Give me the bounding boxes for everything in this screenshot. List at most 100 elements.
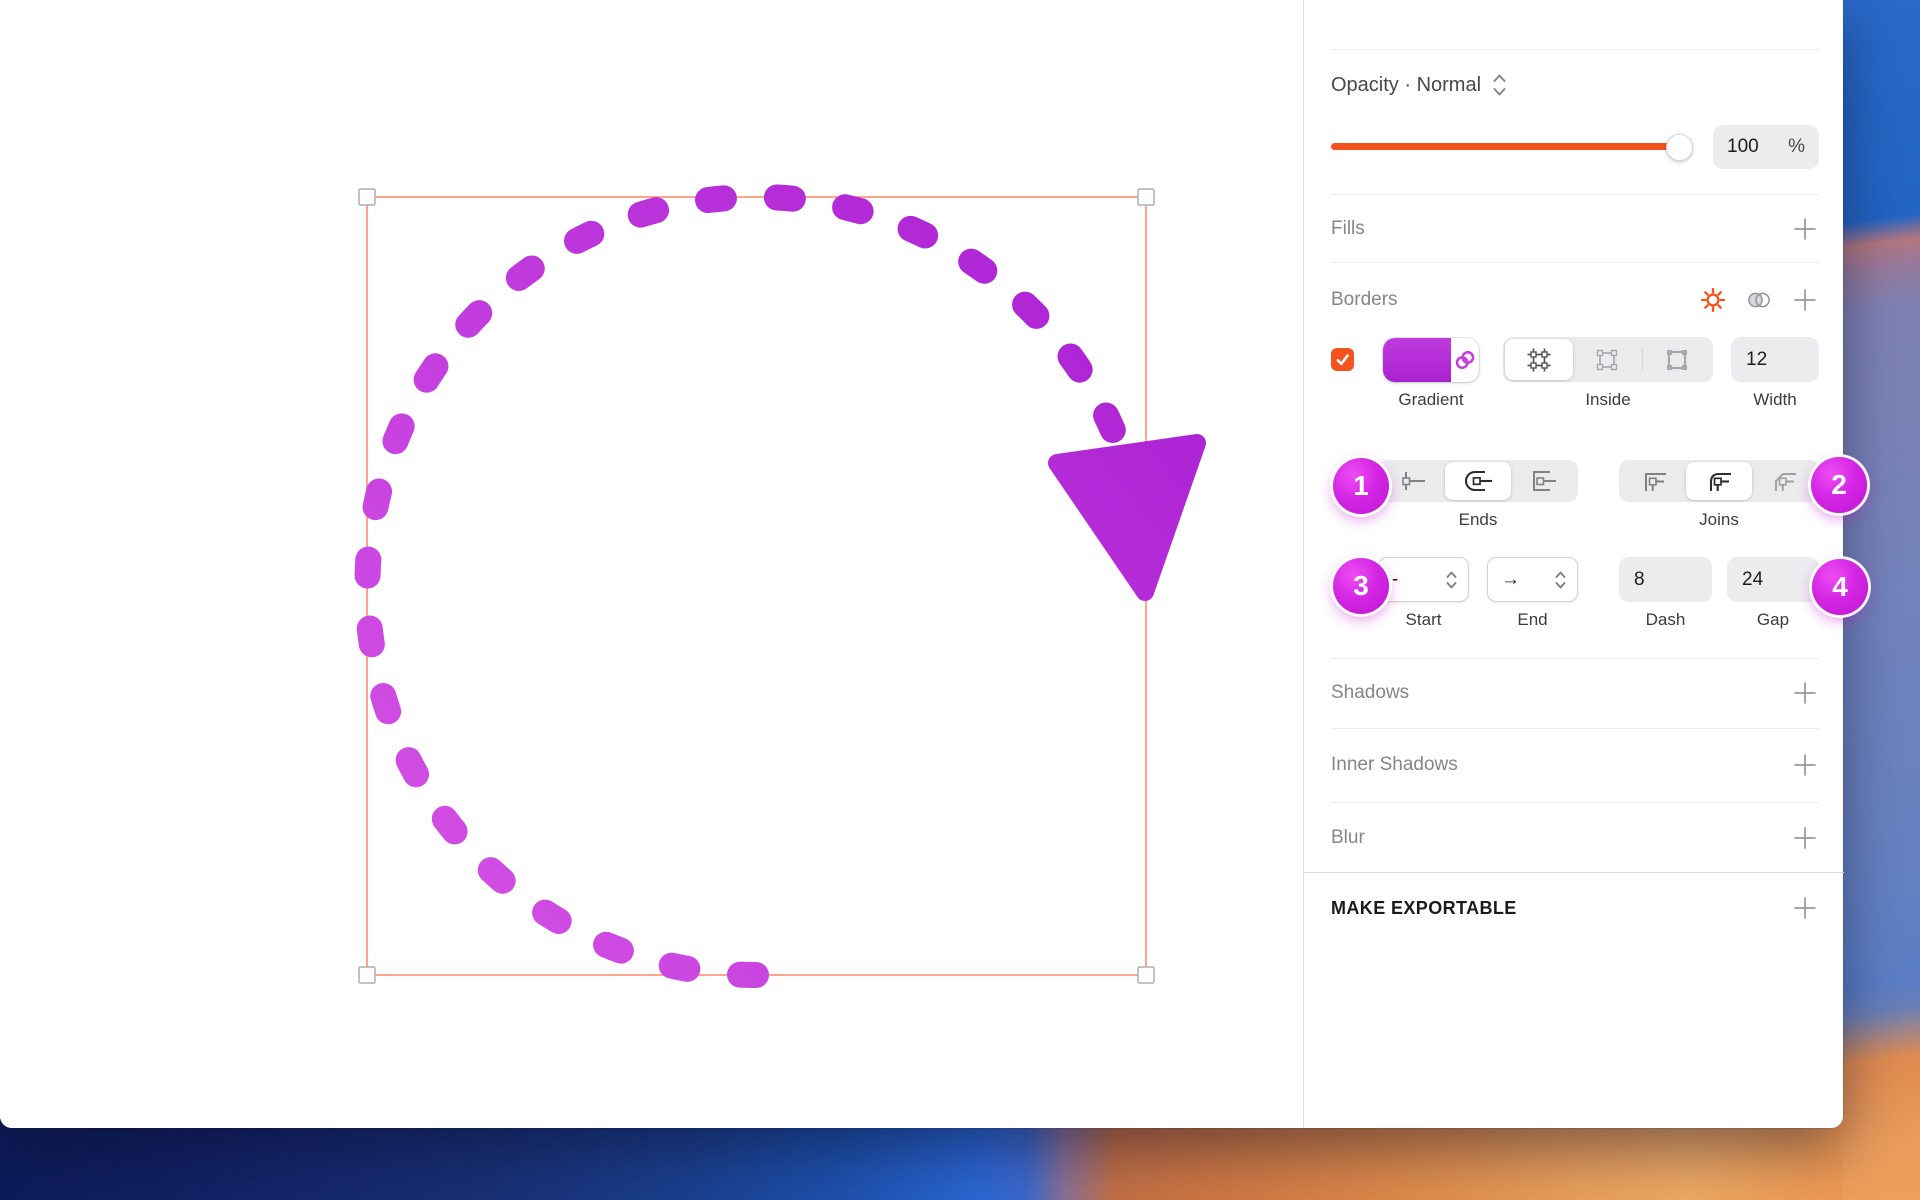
chevron-up-down-icon[interactable] bbox=[1491, 71, 1508, 99]
border-width-field[interactable]: 12 bbox=[1731, 337, 1819, 382]
fills-section-header: Fills bbox=[1331, 207, 1819, 251]
opacity-slider-track[interactable] bbox=[1331, 143, 1682, 150]
arrowhead-shape[interactable] bbox=[1057, 443, 1197, 592]
gradient-preview bbox=[1383, 338, 1451, 382]
linked-rings-icon bbox=[1453, 348, 1477, 372]
opacity-slider-knob[interactable] bbox=[1666, 134, 1693, 161]
gear-icon bbox=[1699, 284, 1727, 316]
divider bbox=[1331, 658, 1819, 659]
handle-bottom-right[interactable] bbox=[1138, 967, 1154, 983]
annotation-badge-3: 3 bbox=[1333, 558, 1389, 614]
dash-field[interactable]: 8 bbox=[1619, 557, 1712, 602]
shadows-section-header: Shadows bbox=[1331, 671, 1819, 715]
opacity-unit: % bbox=[1788, 136, 1805, 158]
border-width-value: 12 bbox=[1746, 349, 1767, 371]
arrow-start-label: Start bbox=[1378, 610, 1469, 630]
end-cap-butt[interactable] bbox=[1380, 462, 1445, 500]
border-fill-type-label: Gradient bbox=[1383, 390, 1479, 410]
border-position-center[interactable] bbox=[1573, 339, 1641, 380]
make-exportable-label: MAKE EXPORTABLE bbox=[1331, 898, 1517, 919]
opacity-value-field[interactable]: 100 % bbox=[1713, 125, 1819, 169]
plus-icon bbox=[1792, 825, 1818, 851]
end-cap-projecting[interactable] bbox=[1511, 462, 1576, 500]
borders-section-header: Borders bbox=[1331, 278, 1819, 322]
miter-join-icon bbox=[1639, 468, 1669, 494]
join-round[interactable] bbox=[1686, 462, 1751, 500]
add-shadow-button[interactable] bbox=[1791, 679, 1819, 707]
add-border-button[interactable] bbox=[1791, 286, 1819, 314]
shadows-label: Shadows bbox=[1331, 682, 1409, 704]
chevron-up-down-icon bbox=[1554, 568, 1567, 592]
border-width-label: Width bbox=[1731, 390, 1819, 410]
handle-top-right[interactable] bbox=[1138, 189, 1154, 205]
border-center-icon bbox=[1525, 346, 1553, 374]
divider bbox=[1331, 49, 1819, 50]
add-inner-shadow-button[interactable] bbox=[1791, 751, 1819, 779]
plus-icon bbox=[1792, 216, 1818, 242]
gap-label: Gap bbox=[1727, 610, 1819, 630]
plus-icon bbox=[1792, 680, 1818, 706]
border-position-outside[interactable] bbox=[1643, 339, 1711, 380]
arrow-end-value: → bbox=[1501, 569, 1520, 591]
annotation-badge-2: 2 bbox=[1811, 457, 1867, 513]
make-exportable-button[interactable] bbox=[1791, 894, 1819, 922]
annotation-badge-1: 1 bbox=[1333, 458, 1389, 514]
handle-bottom-left[interactable] bbox=[359, 967, 375, 983]
border-blend-button[interactable] bbox=[1745, 286, 1773, 314]
divider bbox=[1331, 728, 1819, 729]
line-joins-control bbox=[1619, 460, 1819, 502]
fills-label: Fills bbox=[1331, 218, 1365, 240]
blend-circles-icon bbox=[1745, 284, 1773, 316]
line-ends-label: Ends bbox=[1378, 510, 1578, 530]
arrow-start-dropdown[interactable]: - bbox=[1378, 557, 1469, 602]
divider bbox=[1331, 262, 1819, 263]
plus-icon bbox=[1792, 752, 1818, 778]
plus-icon bbox=[1792, 287, 1818, 313]
opacity-title: Opacity · Normal bbox=[1331, 74, 1481, 97]
design-canvas[interactable] bbox=[0, 0, 1303, 1128]
inner-shadows-label: Inner Shadows bbox=[1331, 754, 1458, 776]
butt-cap-icon bbox=[1396, 468, 1430, 494]
line-ends-control bbox=[1378, 460, 1578, 502]
color-variable-button[interactable] bbox=[1451, 338, 1479, 382]
add-blur-button[interactable] bbox=[1791, 824, 1819, 852]
border-inside-icon bbox=[1593, 346, 1621, 374]
make-exportable-section-header: MAKE EXPORTABLE bbox=[1331, 886, 1819, 930]
round-cap-icon bbox=[1461, 468, 1495, 494]
arrow-end-label: End bbox=[1487, 610, 1578, 630]
handle-top-left[interactable] bbox=[359, 189, 375, 205]
divider bbox=[1331, 194, 1819, 195]
join-bevel[interactable] bbox=[1752, 462, 1817, 500]
inspector-panel: Opacity · Normal 100 % Fills Borders bbox=[1303, 0, 1843, 1128]
border-position-label: Inside bbox=[1503, 390, 1713, 410]
annotation-badge-4: 4 bbox=[1812, 559, 1868, 615]
line-joins-label: Joins bbox=[1619, 510, 1819, 530]
border-color-swatch[interactable] bbox=[1383, 338, 1479, 382]
borders-label: Borders bbox=[1331, 289, 1398, 311]
round-join-icon bbox=[1704, 468, 1734, 494]
divider bbox=[1331, 802, 1819, 803]
dash-label: Dash bbox=[1619, 610, 1712, 630]
gap-value: 24 bbox=[1742, 569, 1763, 591]
divider bbox=[1304, 872, 1844, 873]
dashed-circle-shape[interactable] bbox=[367, 197, 1117, 975]
add-fill-button[interactable] bbox=[1791, 215, 1819, 243]
gap-field[interactable]: 24 bbox=[1727, 557, 1819, 602]
border-outside-icon bbox=[1663, 346, 1691, 374]
opacity-value: 100 bbox=[1727, 136, 1759, 158]
arrow-end-dropdown[interactable]: → bbox=[1487, 557, 1578, 602]
join-miter[interactable] bbox=[1621, 462, 1686, 500]
app-window: Opacity · Normal 100 % Fills Borders bbox=[0, 0, 1843, 1128]
inner-shadows-section-header: Inner Shadows bbox=[1331, 743, 1819, 787]
bevel-join-icon bbox=[1769, 468, 1799, 494]
arrow-start-value: - bbox=[1392, 569, 1398, 591]
border-enabled-checkbox[interactable] bbox=[1331, 348, 1354, 371]
chevron-up-down-icon bbox=[1445, 568, 1458, 592]
projecting-cap-icon bbox=[1526, 468, 1560, 494]
dash-value: 8 bbox=[1634, 569, 1645, 591]
end-cap-round[interactable] bbox=[1445, 462, 1510, 500]
opacity-blend-control[interactable]: Opacity · Normal bbox=[1331, 64, 1508, 106]
border-settings-button[interactable] bbox=[1699, 286, 1727, 314]
checkmark-icon bbox=[1334, 351, 1351, 368]
border-position-inside[interactable] bbox=[1505, 339, 1573, 380]
